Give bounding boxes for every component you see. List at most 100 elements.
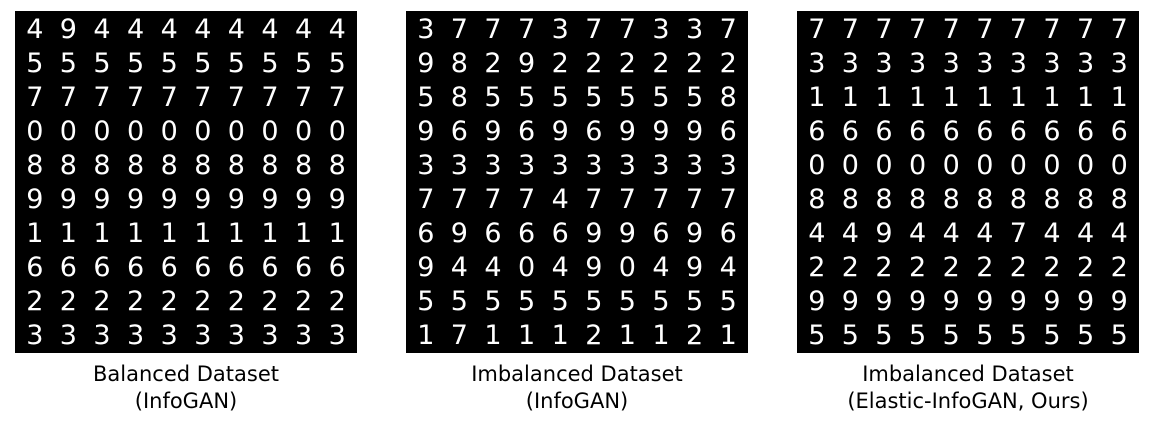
- digit-sample: 9: [194, 184, 212, 215]
- caption-title: Imbalanced Dataset: [862, 362, 1074, 386]
- panel-caption: Imbalanced Dataset (Elastic-InfoGAN, Our…: [797, 361, 1139, 415]
- digit-sample: 2: [1110, 252, 1128, 283]
- digit-sample: 7: [194, 82, 212, 113]
- digit-sample: 1: [127, 218, 145, 249]
- digit-sample: 9: [686, 218, 704, 249]
- digit-sample: 4: [1077, 218, 1095, 249]
- digit-sample: 5: [686, 286, 704, 317]
- digit-sample: 8: [1110, 184, 1128, 215]
- digit-sample: 9: [585, 218, 603, 249]
- digit-sample: 2: [686, 320, 704, 351]
- digit-sample: 9: [417, 252, 435, 283]
- digit-sample: 9: [618, 116, 636, 147]
- digit-sample: 3: [551, 150, 569, 181]
- digit-sample: 7: [1009, 218, 1027, 249]
- digit-sample: 5: [484, 82, 502, 113]
- digit-sample: 2: [26, 286, 44, 317]
- digit-sample: 0: [1110, 150, 1128, 181]
- digit-sample: 6: [1110, 116, 1128, 147]
- digit-sample: 2: [719, 48, 737, 79]
- digit-sample: 2: [585, 48, 603, 79]
- digit-sample: 5: [1077, 320, 1095, 351]
- digit-sample: 5: [652, 82, 670, 113]
- digit-sample: 8: [976, 184, 994, 215]
- digit-sample: 3: [1077, 48, 1095, 79]
- digit-sample: 7: [719, 14, 737, 45]
- digit-sample: 5: [875, 320, 893, 351]
- digit-sample: 9: [127, 184, 145, 215]
- digit-sample: 2: [227, 286, 245, 317]
- digit-sample: 2: [686, 48, 704, 79]
- digit-sample: 5: [551, 82, 569, 113]
- digit-sample: 6: [194, 252, 212, 283]
- digit-sample: 2: [808, 252, 826, 283]
- digit-sample: 7: [328, 82, 346, 113]
- digit-sample: 5: [93, 48, 111, 79]
- digit-sample: 3: [450, 150, 468, 181]
- digit-sample: 3: [518, 150, 536, 181]
- digit-sample: 3: [585, 150, 603, 181]
- digit-sample: 6: [450, 116, 468, 147]
- digit-sample: 8: [59, 150, 77, 181]
- digit-sample: 5: [1110, 320, 1128, 351]
- digit-sample: 9: [875, 218, 893, 249]
- digit-sample: 3: [808, 48, 826, 79]
- digit-sample: 2: [1077, 252, 1095, 283]
- digit-sample: 4: [261, 14, 279, 45]
- digit-sample: 5: [295, 48, 313, 79]
- digit-sample: 7: [686, 184, 704, 215]
- digit-sample: 5: [59, 48, 77, 79]
- digit-sample: 2: [841, 252, 859, 283]
- digit-sample: 6: [652, 218, 670, 249]
- digit-sample: 6: [127, 252, 145, 283]
- digit-sample: 7: [808, 14, 826, 45]
- digit-sample: 4: [942, 218, 960, 249]
- digit-sample: 4: [93, 14, 111, 45]
- digit-sample: 6: [518, 116, 536, 147]
- digit-sample: 9: [93, 184, 111, 215]
- digit-sample: 0: [93, 116, 111, 147]
- digit-sample: 9: [328, 184, 346, 215]
- digit-sample: 6: [328, 252, 346, 283]
- digit-sample: 1: [227, 218, 245, 249]
- digit-sample: 2: [127, 286, 145, 317]
- digit-sample: 1: [59, 218, 77, 249]
- digit-sample: 8: [450, 48, 468, 79]
- digit-sample: 8: [875, 184, 893, 215]
- digit-sample: 5: [450, 286, 468, 317]
- digit-sample: 7: [841, 14, 859, 45]
- digit-sample: 6: [1043, 116, 1061, 147]
- digit-sample: 6: [719, 116, 737, 147]
- digit-sample: 1: [1043, 82, 1061, 113]
- digit-sample: 3: [59, 320, 77, 351]
- digit-sample: 1: [942, 82, 960, 113]
- digit-sample: 8: [227, 150, 245, 181]
- digit-sample: 3: [160, 320, 178, 351]
- digit-sample: 6: [942, 116, 960, 147]
- digit-sample: 5: [585, 82, 603, 113]
- digit-sample: 1: [194, 218, 212, 249]
- digit-sample: 4: [551, 184, 569, 215]
- digit-sample: 4: [841, 218, 859, 249]
- balanced-infogan-panel: 4944444444555555555577777777770000000000…: [15, 11, 357, 415]
- digit-sample: 6: [227, 252, 245, 283]
- digit-sample: 8: [909, 184, 927, 215]
- digit-sample: 0: [518, 252, 536, 283]
- digit-sample: 7: [652, 184, 670, 215]
- digit-sample: 9: [909, 286, 927, 317]
- digit-sample: 1: [295, 218, 313, 249]
- digit-sample: 5: [808, 320, 826, 351]
- digit-sample: 8: [450, 82, 468, 113]
- digit-sample: 7: [26, 82, 44, 113]
- digit-sample: 9: [26, 184, 44, 215]
- digit-sample: 0: [295, 116, 313, 147]
- digit-sample: 7: [1009, 14, 1027, 45]
- digit-sample: 1: [328, 218, 346, 249]
- digit-sample: 2: [328, 286, 346, 317]
- digit-sample: 7: [719, 184, 737, 215]
- imbalanced-infogan-panel: 3777377337982922222258555555589696969996…: [406, 11, 748, 415]
- digit-sample: 4: [127, 14, 145, 45]
- digit-sample: 3: [295, 320, 313, 351]
- digit-sample: 5: [194, 48, 212, 79]
- digit-sample: 5: [518, 286, 536, 317]
